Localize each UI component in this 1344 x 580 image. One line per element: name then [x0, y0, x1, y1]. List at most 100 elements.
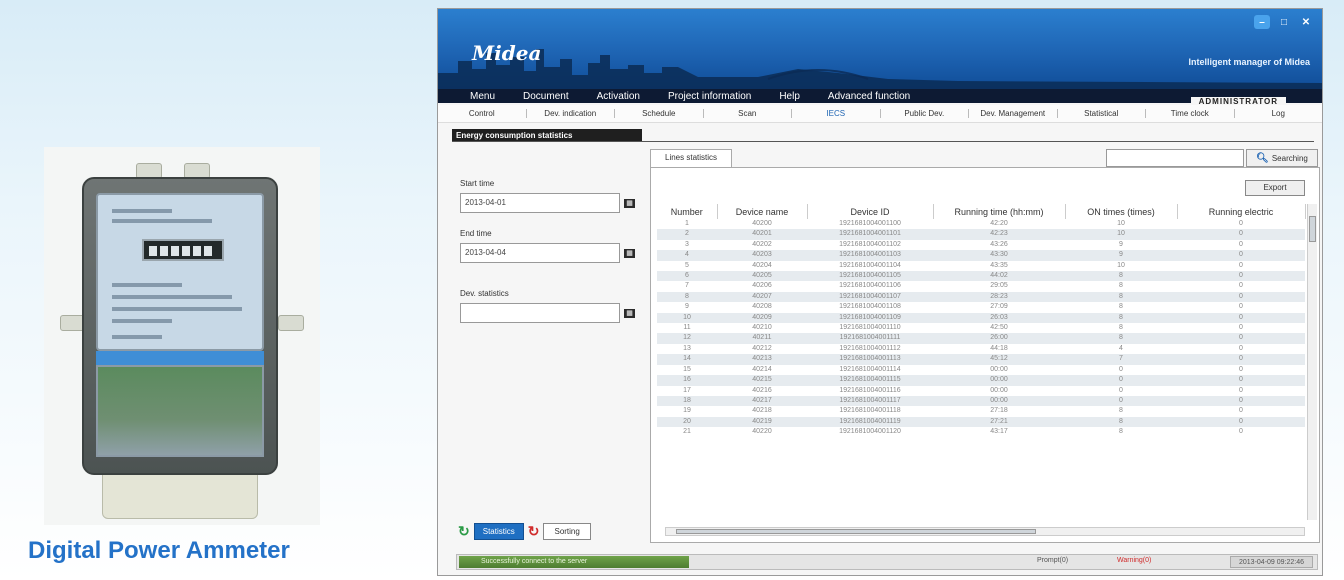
table-row[interactable]: 3 40202 1921681004001102 43:26 9 0 [657, 240, 1305, 250]
table-cell: 8 [1065, 271, 1177, 282]
table-row[interactable]: 21 40220 1921681004001120 43:17 8 0 [657, 427, 1305, 437]
table-cell: 0 [1239, 428, 1243, 436]
table-cell: 8 [1065, 333, 1177, 344]
warning-status[interactable]: Warning(0) [1117, 557, 1151, 564]
table-cell: 00:00 [990, 386, 1008, 394]
toolbar-time-clock[interactable]: Time clock [1146, 109, 1235, 118]
statistics-button[interactable]: Statistics [473, 523, 524, 540]
meter-lcd-display [142, 239, 224, 261]
table-row[interactable]: 7 40206 1921681004001106 29:05 8 0 [657, 281, 1305, 291]
toolbar-public-dev[interactable]: Public Dev. [881, 109, 969, 118]
toolbar-scan[interactable]: Scan [704, 109, 792, 118]
menu-item-project-information[interactable]: Project information [668, 91, 751, 102]
horizontal-scrollbar[interactable] [665, 527, 1305, 536]
table-row[interactable]: 2 40201 1921681004001101 42:23 10 0 [657, 229, 1305, 240]
column-header[interactable]: Number [657, 204, 718, 219]
vertical-scrollbar[interactable] [1307, 204, 1317, 520]
table-cell: 1921681004001111 [807, 333, 933, 344]
toolbar-control[interactable]: Control [438, 109, 527, 118]
refresh-icon[interactable]: ↻ [458, 523, 470, 540]
toolbar-schedule[interactable]: Schedule [615, 109, 704, 118]
table-row[interactable]: 6 40205 1921681004001105 44:02 8 0 [657, 271, 1305, 282]
toolbar-dev-management[interactable]: Dev. Management [969, 109, 1058, 118]
table-header-row: Number Device name Device ID Running tim… [657, 204, 1306, 219]
table-cell: 8 [1065, 291, 1177, 303]
maximize-icon[interactable]: □ [1276, 15, 1292, 29]
table-row[interactable]: 9 40208 1921681004001108 27:09 8 0 [657, 302, 1305, 312]
search-icon: 🔍︎ [1256, 152, 1269, 164]
table-cell: 21 [683, 428, 691, 436]
start-time-field[interactable]: 2013-04-01 [460, 193, 620, 213]
table-cell: 8 [1065, 312, 1177, 324]
status-time: 2013-04-09 09:22:46 [1230, 556, 1313, 568]
prompt-status[interactable]: Prompt(0) [1037, 557, 1068, 564]
table-cell: 1921681004001117 [807, 395, 933, 407]
close-icon[interactable]: ✕ [1298, 15, 1314, 29]
search-input[interactable] [1106, 149, 1244, 167]
table-row[interactable]: 4 40203 1921681004001103 43:30 9 0 [657, 250, 1305, 261]
column-header[interactable]: Running electric [1177, 204, 1306, 219]
toolbar-statistical[interactable]: Statistical [1058, 109, 1146, 118]
table-cell: 44:18 [990, 344, 1008, 352]
table-cell: 43:30 [933, 250, 1065, 261]
export-button[interactable]: Export [1245, 180, 1305, 196]
table-cell: 40201 [717, 229, 807, 240]
table-row[interactable]: 5 40204 1921681004001104 43:35 10 0 [657, 261, 1305, 271]
tagline: Intelligent manager of Midea [1188, 57, 1310, 67]
column-header[interactable]: Device ID [807, 204, 934, 219]
table-cell: 40214 [752, 365, 772, 373]
calendar-icon[interactable]: ▦ [624, 199, 635, 208]
table-cell: 4 [1119, 344, 1123, 352]
menu-item-advanced-function[interactable]: Advanced function [828, 91, 910, 102]
table-row[interactable]: 15 40214 1921681004001114 00:00 0 0 [657, 365, 1305, 375]
table-cell: 00:00 [933, 395, 1065, 407]
menu-item-help[interactable]: Help [779, 91, 800, 102]
table-row[interactable]: 20 40219 1921681004001119 27:21 8 0 [657, 416, 1305, 428]
table-cell: 8 [1119, 407, 1123, 415]
table-cell: 42:50 [990, 324, 1008, 332]
menu-item-menu[interactable]: Menu [470, 91, 495, 102]
menu-item-document[interactable]: Document [523, 91, 569, 102]
table-row[interactable]: 16 40215 1921681004001115 00:00 0 0 [657, 375, 1305, 386]
menu-item-activation[interactable]: Activation [597, 91, 640, 102]
table-row[interactable]: 14 40213 1921681004001113 45:12 7 0 [657, 354, 1305, 365]
table-row[interactable]: 13 40212 1921681004001112 44:18 4 0 [657, 344, 1305, 354]
column-header[interactable]: ON times (times) [1065, 204, 1178, 219]
calendar-icon[interactable]: ▦ [624, 249, 635, 258]
toolbar-log[interactable]: Log [1235, 109, 1323, 118]
table-cell: 1921681004001120 [839, 428, 901, 436]
table-row[interactable]: 11 40210 1921681004001110 42:50 8 0 [657, 323, 1305, 333]
table-row[interactable]: 1 40200 1921681004001100 42:20 10 0 [657, 219, 1305, 229]
table-cell: 1921681004001104 [839, 261, 901, 269]
table-row[interactable]: 10 40209 1921681004001109 26:03 8 0 [657, 312, 1305, 324]
table-row[interactable]: 19 40218 1921681004001118 27:18 8 0 [657, 406, 1305, 416]
table-row[interactable]: 8 40207 1921681004001107 28:23 8 0 [657, 291, 1305, 303]
reset-icon[interactable]: ↻ [528, 523, 540, 540]
dev-statistics-field[interactable] [460, 303, 620, 323]
toolbar-dev-indication[interactable]: Dev. indication [527, 109, 615, 118]
table-cell: 27:21 [933, 416, 1065, 428]
table-cell: 4 [657, 250, 717, 261]
select-icon[interactable]: ▦ [624, 309, 635, 318]
table-cell: 27:18 [990, 407, 1008, 415]
column-header[interactable]: Device name [717, 204, 808, 219]
end-time-field[interactable]: 2013-04-04 [460, 243, 620, 263]
table-row[interactable]: 17 40216 1921681004001116 00:00 0 0 [657, 386, 1305, 396]
table-cell: 26:03 [933, 312, 1065, 324]
minimize-icon[interactable]: – [1254, 15, 1270, 29]
table-cell: 1921681004001106 [839, 282, 901, 290]
table-cell: 0 [1177, 271, 1305, 282]
table-cell: 8 [1119, 428, 1123, 436]
tab-lines-statistics[interactable]: Lines statistics [650, 149, 733, 167]
statistics-table: Number Device name Device ID Running tim… [657, 204, 1306, 438]
sorting-button[interactable]: Sorting [543, 523, 591, 540]
table-cell: 40210 [752, 324, 772, 332]
table-row[interactable]: 12 40211 1921681004001111 26:00 8 0 [657, 333, 1305, 344]
table-cell: 1921681004001109 [807, 312, 933, 324]
meter-terminal-cover [96, 365, 264, 457]
table-cell: 2 [657, 229, 717, 240]
column-header[interactable]: Running time (hh:mm) [933, 204, 1066, 219]
search-button[interactable]: 🔍︎ Searching [1246, 149, 1318, 167]
toolbar-iecs[interactable]: IECS [792, 109, 881, 118]
table-row[interactable]: 18 40217 1921681004001117 00:00 0 0 [657, 395, 1305, 407]
